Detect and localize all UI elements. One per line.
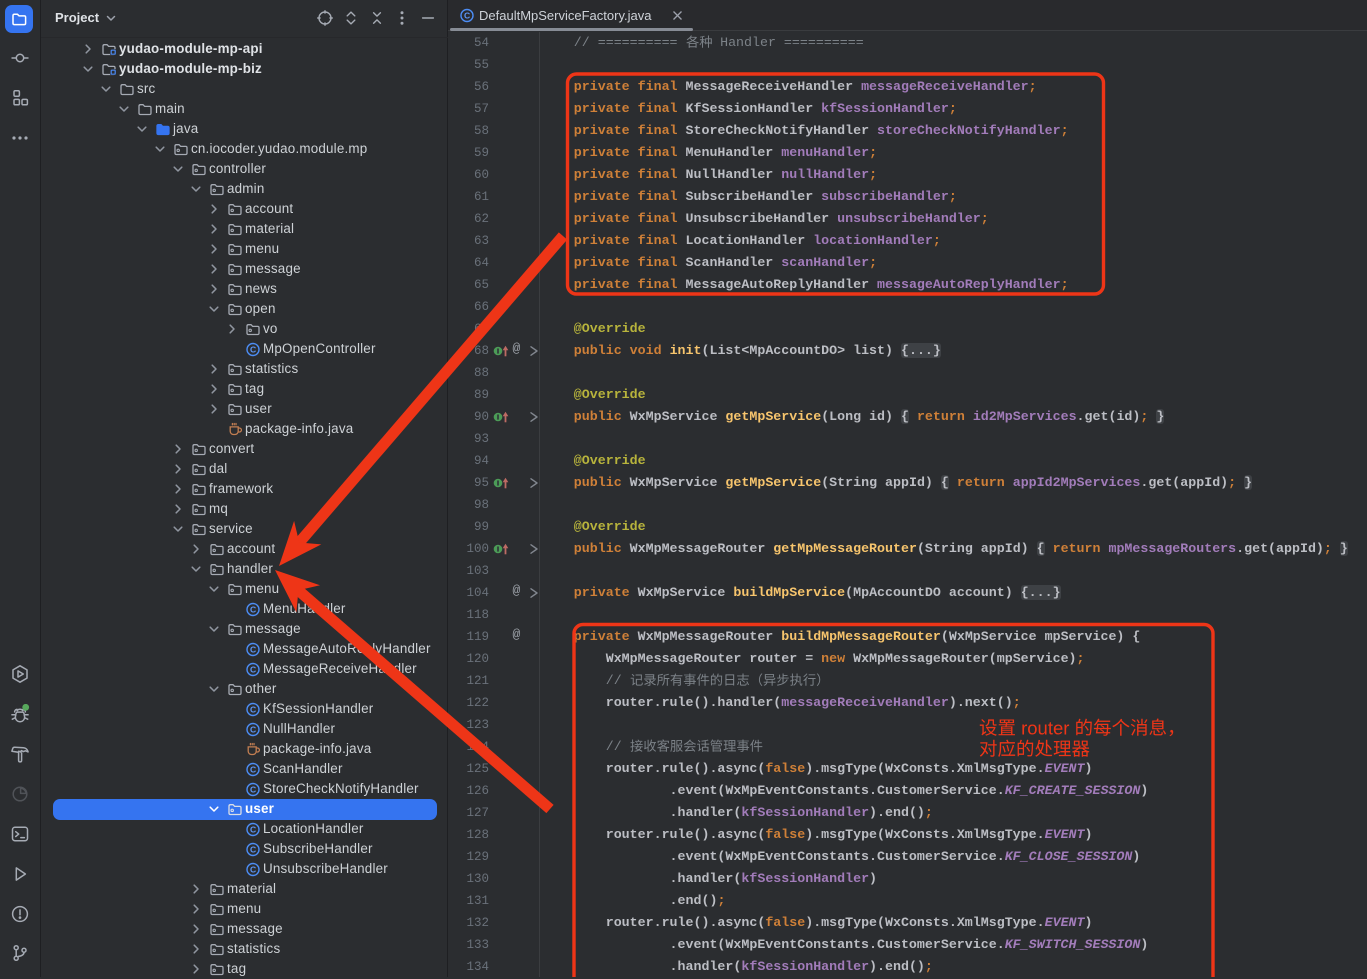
svg-text:router: router xyxy=(1021,718,1069,737)
